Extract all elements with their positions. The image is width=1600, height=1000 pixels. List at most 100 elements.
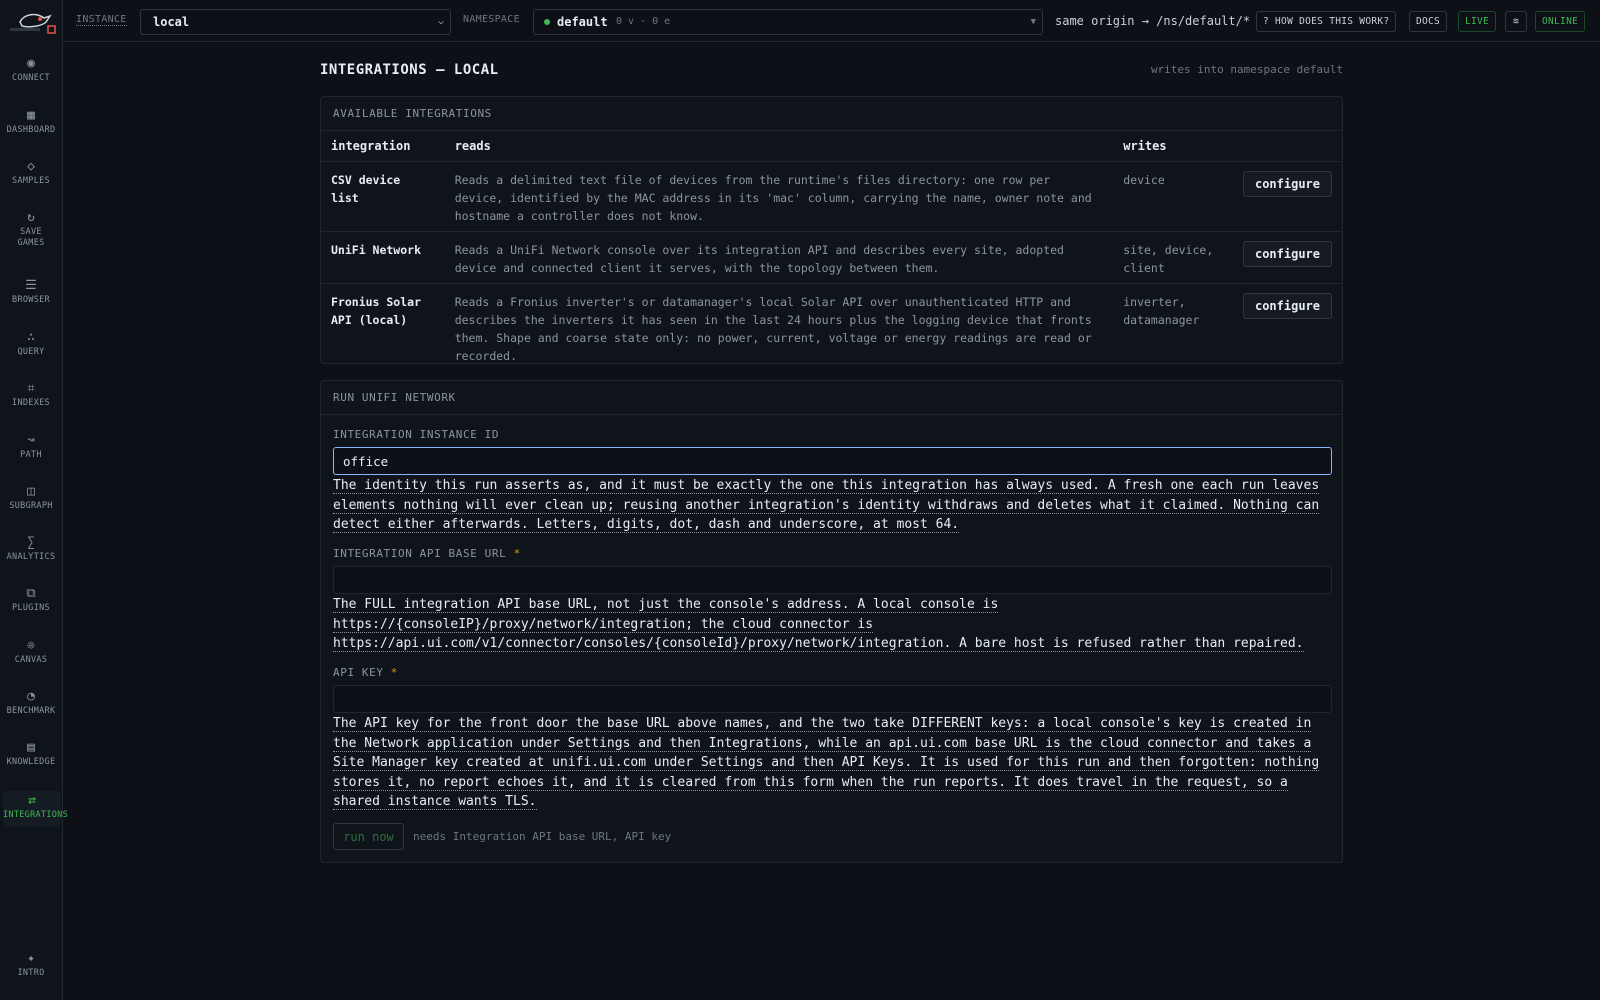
sidebar-item-label: KNOWLEDGE [6,757,56,767]
subgraph-icon: ◫ [27,484,35,499]
sidebar-item-save-games[interactable]: ↻ SAVE GAMES [0,210,62,249]
instance-id-help: The identity this run asserts as, and it… [333,478,1320,534]
sidebar-item-analytics[interactable]: ∑ ANALYTICS [0,535,62,563]
base-url-input[interactable] [333,566,1332,594]
base-url-help: The FULL integration API base URL, not j… [333,597,1304,653]
sidebar-item-knowledge[interactable]: ▤ KNOWLEDGE [0,740,62,768]
namespace-counts: 0 v · 0 e [616,16,671,27]
page-title: INTEGRATIONS — LOCAL [320,62,499,78]
sidebar-item-label: QUERY [17,347,45,357]
column-header-reads: reads [444,131,1114,162]
instance-select[interactable]: local ⌵ [140,9,451,35]
sidebar-item-samples[interactable]: ◇ SAMPLES [0,159,62,187]
integration-action-cell: configure [1232,161,1342,232]
integrations-icon: ⇄ [28,793,36,808]
integration-writes: inverter, datamanager [1123,294,1200,327]
api-key-label: API KEY * [333,666,399,679]
plugins-icon: ⧉ [26,586,36,601]
browser-icon: ☰ [25,278,37,293]
page-note: writes into namespace default [1150,63,1343,76]
integration-name: Fronius Solar API (local) [331,294,422,327]
sidebar-item-label: INTEGRATIONS [3,810,69,820]
sidebar-item-label: INDEXES [12,398,50,408]
configure-button[interactable]: configure [1242,240,1332,267]
theme-toggle-icon[interactable]: ≋ [1505,11,1527,32]
column-header-writes: writes [1113,131,1233,162]
api-key-help: The API key for the front door the base … [333,716,1320,811]
table-row: UniFi Network Reads a UniFi Network conso… [321,231,1342,284]
integration-writes: device [1113,161,1233,232]
integration-name: UniFi Network [321,231,445,284]
docs-button[interactable]: DOCS [1409,11,1448,32]
intro-icon: ✦ [27,951,35,966]
table-row: CSV device list Reads a delimited text fi… [321,161,1342,232]
namespace-select-value: default [557,15,608,29]
instance-select-value: local [153,15,190,29]
run-requirements-note: needs Integration API base URL, API key [413,830,672,843]
sidebar-item-intro[interactable]: ✦ INTRO [0,951,62,979]
namespace-label: NAMESPACE [463,14,520,25]
sidebar-item-benchmark[interactable]: ◔ BENCHMARK [0,689,62,717]
query-icon: ∴ [27,330,35,345]
sidebar-item-query[interactable]: ∴ QUERY [0,330,62,358]
required-marker: * [390,666,399,679]
instance-id-label: INTEGRATION INSTANCE ID [333,428,500,441]
panel-heading: RUN UNIFI NETWORK [321,381,1342,415]
sidebar-item-label: DASHBOARD [6,125,56,135]
top-bar: INSTANCE local ⌵ NAMESPACE default 0 v ·… [63,0,1600,42]
run-now-button[interactable]: run now [333,823,404,850]
samples-icon: ◇ [27,159,35,174]
integration-name: CSV device list [321,161,445,232]
benchmark-icon: ◔ [27,689,35,704]
integrations-table: integration reads writes CSV device list… [321,131,1342,371]
chevron-down-icon: ⌵ [437,16,444,27]
api-key-input[interactable] [333,685,1332,713]
run-integration-panel: RUN UNIFI NETWORK INTEGRATION INSTANCE I… [320,380,1343,863]
instance-id-input[interactable] [333,447,1332,475]
configure-button[interactable]: configure [1242,170,1332,197]
sidebar-item-label: PLUGINS [12,603,50,613]
sidebar-item-label: CANVAS [14,655,48,665]
namespace-status-dot [544,19,550,25]
sidebar-item-label: CONNECT [12,73,50,83]
sidebar-item-browser[interactable]: ☰ BROWSER [0,278,62,306]
sidebar-item-subgraph[interactable]: ◫ SUBGRAPH [0,484,62,512]
sidebar-item-label: BENCHMARK [6,706,56,716]
sidebar-item-canvas[interactable]: ❊ CANVAS [0,638,62,666]
sidebar-item-label: PATH [20,450,42,460]
sidebar-item-dashboard[interactable]: ▦ DASHBOARD [0,108,62,136]
configure-button[interactable]: configure [1242,292,1332,319]
integration-reads: Reads a delimited text file of devices f… [444,161,1114,232]
sidebar-item-connect[interactable]: ◉ CONNECT [0,56,62,84]
live-button[interactable]: LIVE [1458,11,1497,32]
sidebar-item-label: ANALYTICS [6,552,56,562]
sidebar-item-label: INTRO [17,968,45,978]
app-logo [10,13,56,34]
integration-action-cell: configure [1233,283,1342,371]
integration-action-cell: configure [1232,231,1342,284]
integration-reads: Reads a Fronius inverter's or datamanage… [454,294,1092,363]
table-row: Fronius Solar API (local) Reads a Fronius… [321,283,1342,371]
integration-writes: site, device, client [1113,231,1233,284]
integration-reads: Reads a UniFi Network console over its i… [444,231,1114,284]
chevron-down-icon: ▼ [1030,17,1036,27]
instance-label: INSTANCE [76,14,127,26]
sidebar-item-label: SAMPLES [12,176,50,186]
dashboard-icon: ▦ [27,108,35,123]
canvas-icon: ❊ [27,638,35,653]
save-games-icon: ↻ [27,210,35,225]
analytics-icon: ∑ [27,535,35,550]
sidebar-item-label: BROWSER [12,295,50,305]
how-does-this-work-button[interactable]: ? HOW DOES THIS WORK? [1256,11,1397,32]
panel-heading: AVAILABLE INTEGRATIONS [321,97,1342,131]
sidebar: ◉ CONNECT ▦ DASHBOARD ◇ SAMPLES ↻ SAVE GAMES ☰ BR… [0,0,69,1000]
namespace-select[interactable]: default 0 v · 0 e ▼ [533,9,1043,35]
sidebar-item-label: SUBGRAPH [9,501,53,511]
required-marker: * [513,547,521,560]
connect-icon: ◉ [27,56,35,71]
sidebar-item-plugins[interactable]: ⧉ PLUGINS [0,586,62,614]
knowledge-icon: ▤ [27,740,35,755]
sidebar-item-indexes[interactable]: ⌗ INDEXES [0,381,62,409]
sidebar-item-integrations[interactable]: ⇄ INTEGRATIONS [3,791,69,827]
sidebar-item-path[interactable]: ↝ PATH [0,433,62,461]
